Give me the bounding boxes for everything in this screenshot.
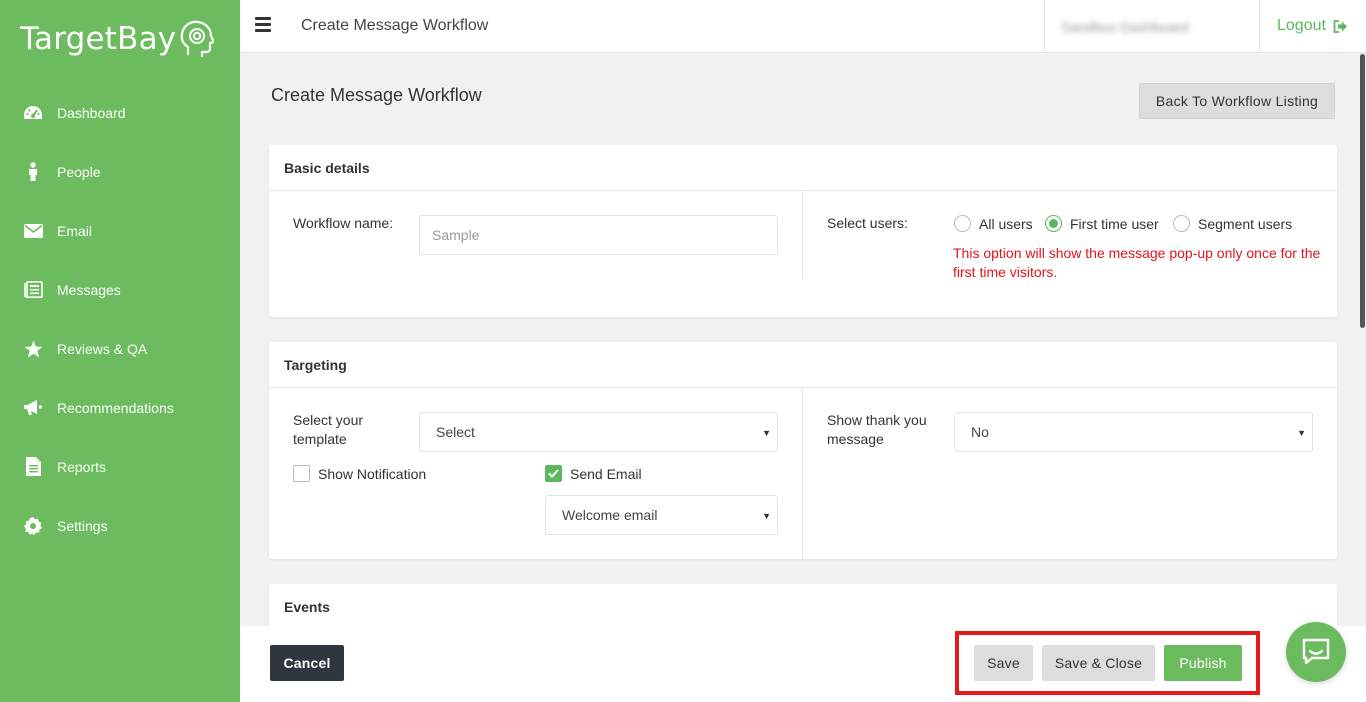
logo-text: TargetBay	[20, 21, 177, 57]
logout-link[interactable]: Logout	[1277, 17, 1348, 35]
hamburger-menu-icon[interactable]	[255, 17, 271, 32]
radio-label: All users	[979, 215, 1033, 232]
document-icon	[22, 457, 44, 477]
sidebar-nav: Dashboard People Email Messages Reviews …	[0, 83, 240, 555]
divider	[802, 388, 803, 559]
template-select-value: Select	[436, 424, 475, 440]
radio-label: First time user	[1070, 215, 1159, 232]
top-bar: Create Message Workflow Sandbox Dashboar…	[240, 0, 1366, 53]
sidebar-item-label: Dashboard	[57, 104, 126, 121]
sidebar-item-reviews[interactable]: Reviews & QA	[0, 319, 240, 378]
caret-down-icon: ▼	[1297, 428, 1306, 438]
select-users-label: Select users:	[827, 215, 908, 231]
divider	[802, 191, 803, 279]
template-label: Select your template	[293, 412, 364, 447]
caret-down-icon: ▼	[762, 428, 771, 438]
sidebar-item-label: Reports	[57, 458, 107, 475]
first-time-user-note: This option will show the message pop-up…	[953, 245, 1321, 280]
sign-out-icon	[1333, 19, 1347, 33]
sidebar-item-people[interactable]: People	[0, 142, 240, 201]
radio-button[interactable]	[954, 215, 971, 232]
basic-details-panel: Basic details Workflow name: Sample Sele…	[269, 145, 1337, 317]
sidebar-item-reports[interactable]: Reports	[0, 437, 240, 496]
targeting-panel: Targeting Select your template Select ▼ …	[269, 342, 1337, 559]
person-icon	[22, 161, 44, 182]
publish-button[interactable]: Publish	[1164, 645, 1242, 681]
sidebar-item-messages[interactable]: Messages	[0, 260, 240, 319]
header-title: Create Message Workflow	[301, 17, 489, 34]
scrollbar-thumb[interactable]	[1360, 54, 1365, 328]
show-notification-option[interactable]: Show Notification	[293, 465, 426, 482]
radio-button-selected[interactable]	[1045, 215, 1062, 232]
radio-first-time-user[interactable]: First time user	[1045, 215, 1159, 232]
thank-you-select[interactable]: No ▼	[954, 412, 1313, 452]
gear-icon	[22, 516, 44, 536]
show-notification-checkbox[interactable]	[293, 465, 310, 482]
sidebar-item-dashboard[interactable]: Dashboard	[0, 83, 240, 142]
panel-heading: Basic details	[269, 145, 1337, 191]
sidebar-item-recommendations[interactable]: Recommendations	[0, 378, 240, 437]
page-title: Create Message Workflow	[271, 85, 482, 105]
template-select[interactable]: Select ▼	[419, 412, 778, 452]
save-button[interactable]: Save	[974, 645, 1033, 681]
panel-heading: Targeting	[269, 342, 1337, 388]
checkbox-label: Show Notification	[318, 465, 427, 482]
send-email-option[interactable]: Send Email	[545, 465, 642, 482]
cancel-button[interactable]: Cancel	[270, 645, 344, 681]
save-close-button[interactable]: Save & Close	[1042, 645, 1155, 681]
scrollbar[interactable]	[1358, 54, 1366, 628]
user-name: Sandbox Dashboard	[1061, 18, 1189, 35]
sidebar-item-label: Messages	[57, 281, 121, 298]
email-select[interactable]: Welcome email ▼	[545, 495, 778, 535]
sidebar-item-label: People	[57, 163, 101, 180]
radio-segment-users[interactable]: Segment users	[1173, 215, 1292, 232]
chat-launcher-button[interactable]	[1286, 622, 1346, 682]
radio-label: Segment users	[1198, 215, 1293, 232]
checkmark-icon	[548, 469, 559, 478]
radio-button[interactable]	[1173, 215, 1190, 232]
email-select-value: Welcome email	[562, 507, 658, 523]
workflow-name-label: Workflow name:	[293, 215, 394, 231]
send-email-checkbox[interactable]	[545, 465, 562, 482]
footer-bar: Cancel Save Save & Close Publish	[240, 626, 1366, 702]
star-icon	[22, 339, 44, 359]
checkbox-label: Send Email	[570, 465, 642, 482]
thank-you-select-value: No	[971, 424, 989, 440]
logout-label: Logout	[1277, 17, 1326, 34]
sidebar-item-email[interactable]: Email	[0, 201, 240, 260]
sidebar-item-label: Reviews & QA	[57, 340, 148, 357]
messages-icon	[22, 280, 44, 300]
megaphone-icon	[22, 398, 44, 418]
panel-heading: Events	[269, 584, 1337, 630]
thank-you-label: Show thank you message	[827, 412, 927, 447]
head-brain-icon	[180, 20, 215, 58]
sidebar-item-label: Recommendations	[57, 399, 174, 416]
workflow-name-input[interactable]: Sample	[419, 215, 778, 255]
chat-icon	[1302, 638, 1330, 665]
back-to-listing-button[interactable]: Back To Workflow Listing	[1139, 83, 1335, 119]
sidebar-item-label: Email	[57, 222, 93, 239]
user-account[interactable]: Sandbox Dashboard	[1044, 0, 1260, 53]
logo[interactable]: TargetBay	[20, 18, 215, 60]
envelope-icon	[22, 221, 44, 241]
radio-all-users[interactable]: All users	[954, 215, 1033, 232]
sidebar-item-settings[interactable]: Settings	[0, 496, 240, 555]
dashboard-icon	[22, 103, 44, 123]
caret-down-icon: ▼	[762, 511, 771, 521]
sidebar: TargetBay Dashboard People Email Message…	[0, 0, 240, 702]
sidebar-item-label: Settings	[57, 517, 108, 534]
